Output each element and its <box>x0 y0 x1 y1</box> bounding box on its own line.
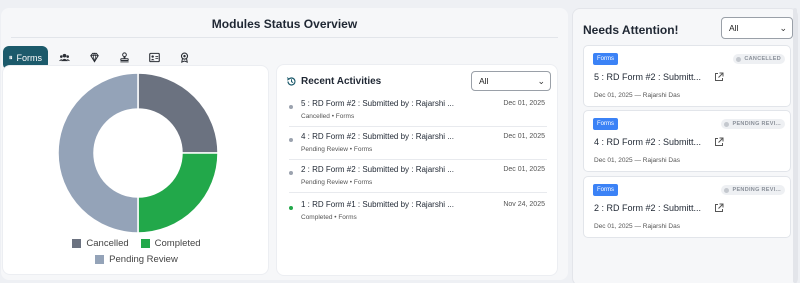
donut-slice-cancelled[interactable] <box>137 72 219 154</box>
attention-card-meta: Dec 01, 2025 — Rajarshi Das <box>594 223 680 230</box>
legend-label: Pending Review <box>109 254 178 265</box>
legend-swatch <box>95 255 105 264</box>
status-dot <box>724 187 730 193</box>
stamp-icon <box>119 52 129 63</box>
divider <box>11 37 558 38</box>
status-label: CANCELLED <box>744 56 781 62</box>
activity-subtitle: Pending Review • Forms <box>301 179 373 186</box>
divider <box>289 126 547 127</box>
activity-subtitle: Completed • Forms <box>301 214 357 221</box>
divider <box>289 159 547 160</box>
needs-attention-title: Needs Attention! <box>583 23 679 37</box>
activity-date: Nov 24, 2025 <box>503 201 545 208</box>
users-icon <box>58 53 70 62</box>
legend-label: Cancelled <box>86 238 129 249</box>
activity-title: 2 : RD Form #2 : Submitted by : Rajarshi… <box>301 165 454 174</box>
activity-title: 4 : RD Form #2 : Submitted by : Rajarshi… <box>301 132 454 141</box>
chevron-down-icon: ⌄ <box>537 75 545 86</box>
activity-title: 1 : RD Form #1 : Submitted by : Rajarshi… <box>301 200 454 209</box>
chart-legend-row-2: Pending Review <box>3 254 270 265</box>
document-icon <box>9 55 13 60</box>
status-donut-chart <box>57 72 219 234</box>
status-badge: PENDING REVI... <box>721 185 785 195</box>
legend-item-cancelled[interactable]: Cancelled <box>72 238 129 249</box>
activity-title: 5 : RD Form #2 : Submitted by : Rajarshi… <box>301 99 454 108</box>
activity-item[interactable]: 1 : RD Form #1 : Submitted by : Rajarshi… <box>289 200 549 232</box>
tab-forms-label: Forms <box>16 52 43 63</box>
diamond-icon <box>89 52 99 63</box>
chart-legend: Cancelled Completed <box>3 238 270 249</box>
module-badge: Forms <box>593 184 618 196</box>
status-badge: CANCELLED <box>733 54 785 64</box>
attention-card-meta: Dec 01, 2025 — Rajarshi Das <box>594 157 680 164</box>
donut-slice-completed[interactable] <box>137 152 219 234</box>
legend-swatch <box>140 239 150 248</box>
activity-date: Dec 01, 2025 <box>503 166 545 173</box>
recent-activities-header: Recent Activities <box>286 76 381 87</box>
status-dot <box>289 138 293 142</box>
legend-label: Completed <box>154 238 201 249</box>
status-dot <box>724 121 730 127</box>
module-badge: Forms <box>593 53 618 65</box>
status-chart-card: Cancelled Completed Pending Review <box>2 65 269 275</box>
status-dot <box>289 105 293 109</box>
page-title: Modules Status Overview <box>211 17 358 31</box>
page-scrollbar[interactable] <box>793 8 797 283</box>
attention-card[interactable]: Forms PENDING REVI... 2 : RD Form #2 : S… <box>583 176 791 238</box>
recent-activities-card: Recent Activities All ⌄ 5 : RD Form #2 :… <box>276 64 558 276</box>
recent-filter-value: All <box>479 76 489 86</box>
attention-card-meta: Dec 01, 2025 — Rajarshi Das <box>594 92 680 99</box>
activity-subtitle: Cancelled • Forms <box>301 113 355 120</box>
external-link-icon[interactable] <box>714 203 724 213</box>
status-label: PENDING REVI... <box>732 187 781 193</box>
chevron-down-icon: ⌄ <box>779 22 787 33</box>
award-icon <box>180 52 188 63</box>
attention-card-title: 5 : RD Form #2 : Submitt... <box>594 72 702 82</box>
status-dot <box>289 171 293 175</box>
attention-card[interactable]: Forms PENDING REVI... 4 : RD Form #2 : S… <box>583 110 791 172</box>
activity-date: Dec 01, 2025 <box>503 133 545 140</box>
legend-item-pending-review[interactable]: Pending Review <box>95 254 178 265</box>
attention-filter-value: All <box>729 23 739 33</box>
id-card-icon <box>148 52 160 63</box>
external-link-icon[interactable] <box>714 72 724 82</box>
external-link-icon[interactable] <box>714 137 724 147</box>
donut-slice-pending-review[interactable] <box>57 72 139 234</box>
recent-filter-select[interactable]: All ⌄ <box>471 71 551 91</box>
recent-activities-title: Recent Activities <box>301 76 382 87</box>
needs-attention-panel: Needs Attention! All ⌄ Forms CANCELLED 5… <box>572 8 798 283</box>
attention-card[interactable]: Forms CANCELLED 5 : RD Form #2 : Submitt… <box>583 45 791 107</box>
history-icon <box>286 77 296 86</box>
status-dot <box>289 206 293 210</box>
activity-date: Dec 01, 2025 <box>503 100 545 107</box>
module-badge: Forms <box>593 118 618 130</box>
attention-filter-select[interactable]: All ⌄ <box>721 17 793 39</box>
attention-card-title: 4 : RD Form #2 : Submitt... <box>594 137 702 147</box>
legend-swatch <box>72 239 82 248</box>
activity-subtitle: Pending Review • Forms <box>301 146 373 153</box>
divider <box>289 192 547 193</box>
status-label: PENDING REVI... <box>732 121 781 127</box>
attention-card-title: 2 : RD Form #2 : Submitt... <box>594 203 702 213</box>
status-badge: PENDING REVI... <box>721 119 785 129</box>
legend-item-completed[interactable]: Completed <box>140 238 201 249</box>
status-dot <box>736 56 742 62</box>
